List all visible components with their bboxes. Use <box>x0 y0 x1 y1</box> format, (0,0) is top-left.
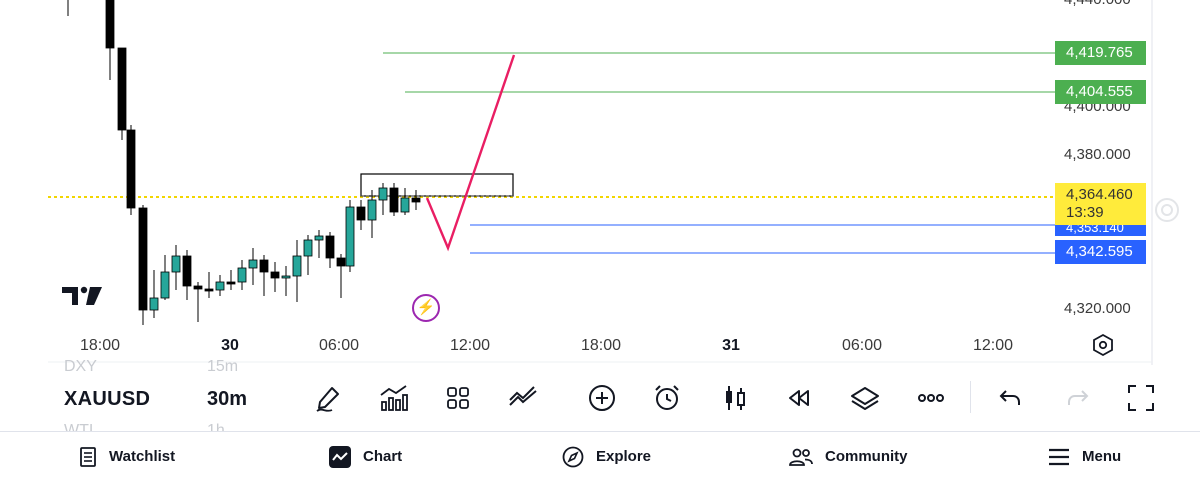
symbol-selector[interactable]: XAUUSD <box>64 388 150 411</box>
plus-circle-icon[interactable] <box>587 383 617 413</box>
candle-body <box>182 255 192 287</box>
bottom-navigation: Watchlist Chart Explore Community Menu <box>0 431 1200 481</box>
community-icon <box>789 448 813 466</box>
candles-icon[interactable] <box>720 383 750 413</box>
candle-body <box>336 257 346 267</box>
candle-body <box>389 187 399 213</box>
current-price-value: 4,364.460 <box>1066 186 1133 203</box>
candle-body <box>193 285 203 290</box>
time-axis-label: 31 <box>722 337 740 354</box>
scroll-to-realtime-icon[interactable] <box>1152 195 1182 225</box>
nav-label: Explore <box>596 448 652 465</box>
interval-selector[interactable]: 30m <box>207 388 247 411</box>
ghost-interval-above: 15m <box>207 358 239 375</box>
hamburger-menu-icon <box>1049 448 1069 465</box>
candle-body <box>171 255 181 273</box>
chart-icon <box>329 445 351 468</box>
time-axis-label: 12:00 <box>449 337 491 354</box>
time-axis-label: 06:00 <box>841 337 883 354</box>
candle-body <box>117 47 127 131</box>
candle-body <box>226 281 236 285</box>
nav-label: Community <box>825 448 908 465</box>
nav-watchlist[interactable]: Watchlist <box>79 432 175 481</box>
candle-body <box>292 255 302 277</box>
nav-label: Chart <box>363 448 403 465</box>
undo-icon[interactable] <box>996 383 1026 413</box>
candle-body <box>259 259 269 273</box>
candle-body <box>270 271 280 279</box>
take-profit-2-tag[interactable]: 4,419.765 <box>1055 41 1146 65</box>
price-axis-label: 4,380.000 <box>1064 146 1131 163</box>
fullscreen-icon[interactable] <box>1126 383 1156 413</box>
candle-body <box>314 235 324 241</box>
candle-body <box>138 207 148 311</box>
chart-area[interactable]: 4,440.000 4,400.000 4,380.000 4,320.000 … <box>0 0 1200 365</box>
alarm-clock-icon[interactable] <box>652 383 682 413</box>
candle-body <box>160 271 170 299</box>
watchlist-icon <box>80 446 96 467</box>
candle-body <box>281 275 291 279</box>
candlestick-series <box>105 0 421 325</box>
price-axis-label: 4,320.000 <box>1064 300 1131 317</box>
candle-body <box>126 129 136 209</box>
candle-body <box>356 206 366 221</box>
candle-body <box>411 197 421 203</box>
nav-menu[interactable]: Menu <box>1048 432 1121 481</box>
time-axis-label: 30 <box>221 337 239 354</box>
nav-community[interactable]: Community <box>789 432 908 481</box>
more-icon[interactable] <box>916 383 946 413</box>
tradingview-logo-icon[interactable] <box>62 284 106 306</box>
ghost-symbol-above: DXY <box>64 358 97 375</box>
nav-chart[interactable]: Chart <box>329 432 402 481</box>
time-axis-label: 18:00 <box>580 337 622 354</box>
time-axis-label: 06:00 <box>318 337 360 354</box>
candle-body <box>378 187 388 201</box>
time-axis-label: 12:00 <box>972 337 1014 354</box>
candle-body <box>400 197 410 213</box>
compare-icon[interactable] <box>508 383 538 413</box>
lightning-icon[interactable]: ⚡ <box>412 294 440 322</box>
indicators-icon[interactable] <box>378 383 408 413</box>
candle-body <box>248 259 258 269</box>
candle-body <box>215 281 225 291</box>
layers-icon[interactable] <box>850 383 880 413</box>
bar-countdown: 13:39 <box>1066 204 1104 221</box>
take-profit-1-tag[interactable]: 4,404.555 <box>1055 80 1146 104</box>
hexagon-settings-icon[interactable] <box>1092 333 1114 357</box>
rewind-icon[interactable] <box>784 383 814 413</box>
nav-label: Watchlist <box>109 448 176 465</box>
current-price-tag[interactable]: 4,364.460 13:39 <box>1055 183 1146 225</box>
candle-body <box>303 239 313 257</box>
candle-body <box>105 0 115 49</box>
time-axis-label: 18:00 <box>79 337 121 354</box>
candle-body <box>325 235 335 259</box>
candle-body <box>237 267 247 283</box>
candle-body <box>367 199 377 221</box>
price-chart[interactable] <box>0 0 1200 365</box>
grid-icon[interactable] <box>443 383 473 413</box>
projection-path[interactable] <box>425 54 516 252</box>
redo-icon[interactable] <box>1062 383 1092 413</box>
compass-icon <box>562 446 584 467</box>
price-axis-label: 4,440.000 <box>1064 0 1144 8</box>
toolbar-divider <box>970 381 971 413</box>
stop-loss-2-tag[interactable]: 4,342.595 <box>1055 240 1146 264</box>
nav-label: Menu <box>1082 448 1122 465</box>
nav-explore[interactable]: Explore <box>562 432 651 481</box>
candle-body <box>345 206 355 267</box>
candle-body <box>149 297 159 311</box>
candle-body <box>204 288 214 292</box>
pencil-icon[interactable] <box>314 383 344 413</box>
